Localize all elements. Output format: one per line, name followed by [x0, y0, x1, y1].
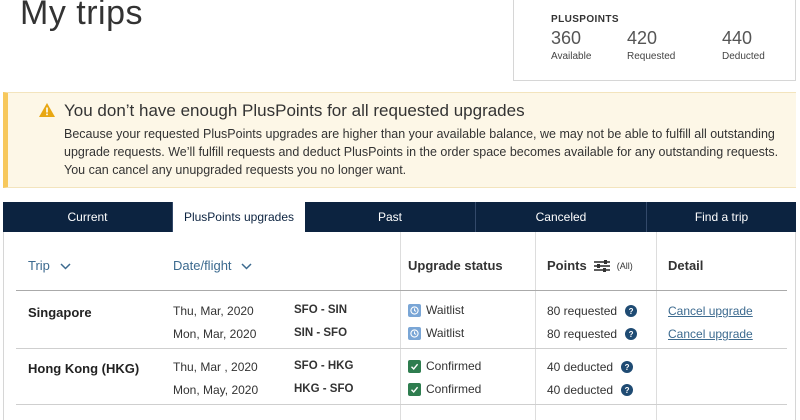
tab-past[interactable]: Past	[305, 202, 476, 232]
status-label: Confirmed	[426, 382, 482, 396]
points-value: 40 deducted	[547, 360, 614, 374]
warning-icon	[39, 103, 55, 117]
segment-route: SFO - SIN	[294, 304, 348, 316]
segment-date: Mon, Mar, 2020	[173, 327, 257, 341]
segment-date: Thu, Mar , 2020	[173, 360, 258, 374]
upgrade-status: Waitlist	[408, 326, 464, 340]
points-cell: 40 deducted ?	[547, 360, 634, 374]
segment-route: HKG - SFO	[294, 383, 354, 395]
upgrade-status: Waitlist	[408, 303, 464, 317]
points-value: 40 deducted	[547, 383, 614, 397]
points-cell: 80 requested ?	[547, 304, 638, 318]
status-label: Waitlist	[426, 303, 465, 317]
pluspoints-requested: 420 Requested	[627, 28, 675, 62]
available-label: Available	[551, 51, 592, 62]
trip-header-label: Trip	[28, 258, 50, 273]
points-value: 80 requested	[547, 304, 618, 318]
check-icon	[408, 382, 421, 396]
deducted-label: Deducted	[722, 51, 765, 62]
check-icon	[408, 359, 421, 373]
tab-find-a-trip[interactable]: Find a trip	[647, 202, 796, 232]
upgrade-status-column-header: Upgrade status	[408, 258, 503, 273]
help-icon[interactable]: ?	[625, 328, 638, 340]
clock-icon	[408, 326, 421, 340]
points-filter-value[interactable]: (All)	[617, 261, 633, 271]
clock-icon	[408, 303, 421, 317]
pluspoints-available: 360 Available	[551, 28, 591, 62]
upgrade-status: Confirmed	[408, 382, 481, 396]
trip-name: Singapore	[28, 305, 92, 320]
pluspoints-summary: PLUSPOINTS 360 Available 420 Requested 4…	[513, 0, 796, 81]
row-divider	[16, 404, 787, 405]
detail-column-header: Detail	[668, 258, 704, 273]
points-cell: 80 requested ?	[547, 327, 638, 341]
pluspoints-heading: PLUSPOINTS	[551, 14, 619, 25]
points-cell: 40 deducted ?	[547, 383, 634, 397]
pluspoints-deducted: 440 Deducted	[722, 28, 765, 62]
date-flight-column-header[interactable]: Date/flight	[173, 258, 252, 273]
cancel-upgrade-link[interactable]: Cancel upgrade	[668, 304, 753, 318]
points-column-header: Points (All)	[547, 258, 633, 273]
points-header-label: Points	[547, 258, 587, 273]
available-value: 360	[551, 28, 582, 48]
requested-label: Requested	[627, 51, 676, 62]
cancel-upgrade-link[interactable]: Cancel upgrade	[668, 327, 753, 341]
points-value: 80 requested	[547, 327, 618, 341]
trip-tabs: Current PlusPoints upgrades Past Cancele…	[3, 202, 796, 232]
help-icon[interactable]: ?	[621, 361, 634, 373]
trip-column-header[interactable]: Trip	[28, 258, 71, 273]
tab-pluspoints-upgrades[interactable]: PlusPoints upgrades	[173, 202, 305, 232]
filter-sliders-icon[interactable]	[593, 259, 611, 273]
requested-value: 420	[627, 28, 658, 48]
segment-route: SFO - HKG	[294, 360, 354, 372]
tab-current[interactable]: Current	[3, 202, 173, 232]
segment-route: SIN - SFO	[294, 327, 348, 339]
deducted-value: 440	[722, 28, 753, 48]
status-label: Confirmed	[426, 359, 482, 373]
upgrades-table: Trip Date/flight Upgrade status Points (…	[3, 232, 796, 420]
alert-body: Because your requested PlusPoints upgrad…	[64, 127, 779, 177]
segment-date: Thu, Mar, 2020	[173, 304, 254, 318]
alert-title: You don’t have enough PlusPoints for all…	[64, 101, 525, 120]
page-title: My trips	[20, 0, 143, 32]
column-divider	[656, 232, 657, 420]
upgrade-status: Confirmed	[408, 359, 481, 373]
chevron-down-icon	[60, 263, 71, 270]
status-label: Waitlist	[426, 326, 465, 340]
trip-name: Hong Kong (HKG)	[28, 361, 140, 376]
segment-date: Mon, May, 2020	[173, 383, 259, 397]
header-divider	[16, 290, 787, 291]
column-divider	[400, 232, 401, 420]
row-divider	[16, 348, 787, 349]
insufficient-points-alert: You don’t have enough PlusPoints for all…	[3, 92, 796, 188]
date-flight-header-label: Date/flight	[173, 258, 232, 273]
chevron-down-icon	[241, 263, 252, 270]
help-icon[interactable]: ?	[621, 384, 634, 396]
help-icon[interactable]: ?	[625, 305, 638, 317]
column-divider	[535, 232, 536, 420]
tab-canceled[interactable]: Canceled	[476, 202, 647, 232]
